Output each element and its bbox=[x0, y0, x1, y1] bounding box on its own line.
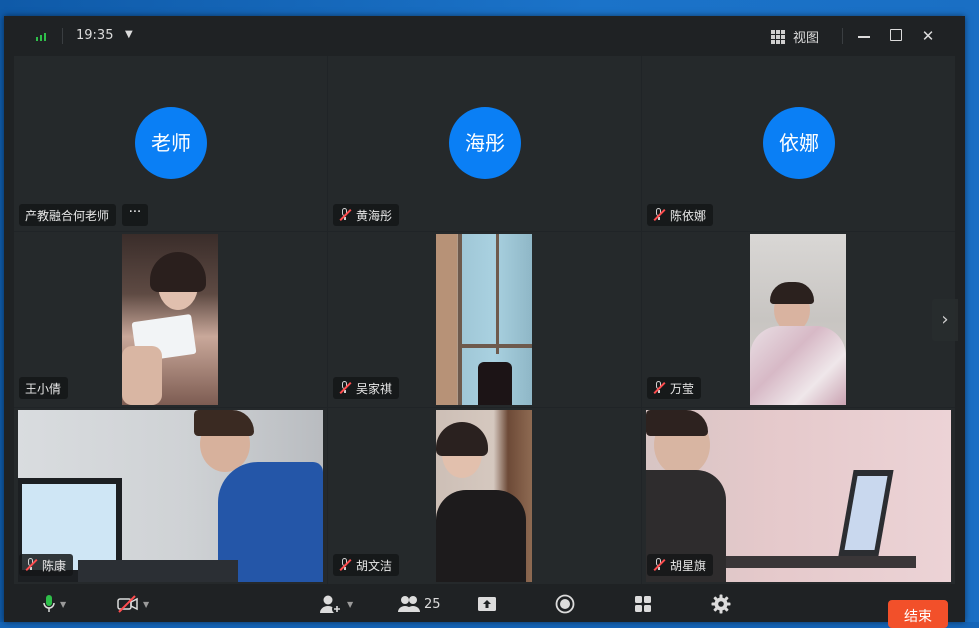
hair-shape bbox=[436, 422, 488, 456]
mic-muted-icon bbox=[339, 381, 352, 395]
body-shape bbox=[436, 490, 526, 582]
record-button[interactable] bbox=[555, 594, 575, 614]
participant-name-tag: 吴家祺 bbox=[333, 377, 400, 399]
participant-name: 胡文洁 bbox=[356, 558, 393, 573]
maximize-button[interactable] bbox=[886, 26, 906, 46]
hand-shape bbox=[122, 346, 162, 405]
participant-tile[interactable]: 王小倩 bbox=[14, 232, 327, 407]
participants-icon bbox=[398, 596, 420, 612]
window-frame-shape bbox=[458, 234, 462, 405]
participant-tile[interactable]: 海彤 黄海彤 bbox=[328, 56, 641, 231]
avatar: 老师 bbox=[135, 107, 207, 179]
titlebar-divider bbox=[842, 28, 843, 44]
close-button[interactable]: ✕ bbox=[918, 26, 938, 46]
minimize-button[interactable] bbox=[854, 26, 874, 46]
mic-muted-icon bbox=[653, 381, 666, 395]
chevron-down-icon[interactable]: ▼ bbox=[143, 600, 149, 609]
desk-item-shape bbox=[726, 556, 916, 568]
participant-name: 万莹 bbox=[670, 381, 695, 396]
participant-name: 胡星旗 bbox=[670, 558, 707, 573]
microphone-icon bbox=[43, 595, 55, 612]
chevron-right-icon: › bbox=[941, 309, 949, 330]
minimize-icon bbox=[858, 36, 870, 38]
participant-tile[interactable]: 万莹 bbox=[642, 232, 955, 407]
avatar: 依娜 bbox=[763, 107, 835, 179]
camera-feed bbox=[436, 234, 532, 405]
view-layout-label: 视图 bbox=[793, 31, 820, 46]
maximize-icon bbox=[890, 29, 902, 41]
mic-muted-icon bbox=[25, 558, 38, 572]
camera-feed bbox=[436, 410, 532, 582]
participant-count: 25 bbox=[424, 596, 441, 612]
participant-name-tag: 黄海彤 bbox=[333, 204, 400, 226]
hair-shape bbox=[646, 410, 708, 436]
apps-button[interactable] bbox=[634, 594, 652, 614]
hair-shape bbox=[770, 282, 814, 304]
participant-name-tag: 胡星旗 bbox=[647, 554, 714, 576]
hair-shape bbox=[194, 410, 254, 436]
participant-name-tag: 胡文洁 bbox=[333, 554, 400, 576]
microphone-button[interactable]: ▼ bbox=[42, 594, 66, 614]
participant-tile[interactable]: 胡星旗 bbox=[642, 408, 955, 584]
title-bar: 19:35 ▼ 视图 ✕ bbox=[4, 16, 965, 56]
participant-name: 陈康 bbox=[42, 558, 67, 573]
participant-tile[interactable]: 依娜 陈依娜 bbox=[642, 56, 955, 231]
camera-off-icon bbox=[117, 595, 138, 613]
chevron-down-icon[interactable]: ▼ bbox=[347, 600, 353, 609]
next-page-button[interactable]: › bbox=[932, 299, 958, 341]
participant-name: 王小倩 bbox=[25, 381, 62, 396]
more-options-button[interactable]: ··· bbox=[122, 204, 148, 226]
network-signal-icon bbox=[36, 31, 46, 41]
avatar: 海彤 bbox=[449, 107, 521, 179]
participant-name: 产教融合何老师 bbox=[25, 208, 110, 223]
participant-name: 吴家祺 bbox=[356, 381, 393, 396]
participant-tile[interactable]: 老师 产教融合何老师 ··· bbox=[14, 56, 327, 231]
view-layout-button[interactable]: 视图 bbox=[771, 27, 819, 46]
mic-muted-icon bbox=[339, 208, 352, 222]
titlebar-divider bbox=[62, 28, 63, 44]
participant-name: 黄海彤 bbox=[356, 208, 393, 223]
settings-button[interactable] bbox=[711, 594, 731, 614]
apps-grid-icon bbox=[635, 596, 651, 612]
participant-tile[interactable]: 陈康 bbox=[14, 408, 327, 584]
time-dropdown-caret-icon[interactable]: ▼ bbox=[125, 29, 133, 40]
participant-name-tag: 陈依娜 bbox=[647, 204, 714, 226]
meeting-time: 19:35 bbox=[76, 28, 114, 43]
participant-name: 陈依娜 bbox=[670, 208, 707, 223]
record-icon bbox=[555, 594, 575, 614]
meeting-window: 19:35 ▼ 视图 ✕ 老师 产教融合何老师 ··· 海彤 黄海彤 依娜 陈依… bbox=[4, 16, 965, 628]
mic-muted-icon bbox=[339, 558, 352, 572]
participant-tile[interactable]: 吴家祺 bbox=[328, 232, 641, 407]
gear-icon bbox=[711, 594, 731, 614]
participant-name-tag: 万莹 bbox=[647, 377, 702, 399]
participant-name-tag: 产教融合何老师 bbox=[19, 204, 117, 226]
mic-muted-icon bbox=[653, 558, 666, 572]
close-icon: ✕ bbox=[921, 27, 935, 45]
end-meeting-button[interactable]: 结束 bbox=[888, 600, 948, 628]
hair-shape bbox=[150, 252, 206, 292]
share-screen-button[interactable] bbox=[477, 594, 497, 614]
meeting-toolbar: ▼ ▼ ▼ 25 结束 bbox=[4, 584, 965, 628]
keyboard-shape bbox=[78, 560, 238, 582]
video-grid: 老师 产教融合何老师 ··· 海彤 黄海彤 依娜 陈依娜 王小倩 吴家祺 万莹 … bbox=[14, 56, 955, 584]
chevron-down-icon[interactable]: ▼ bbox=[60, 600, 66, 609]
participant-name-tag: 陈康 bbox=[19, 554, 74, 576]
mic-muted-icon bbox=[653, 208, 666, 222]
camera-feed bbox=[750, 234, 846, 405]
grid-view-icon bbox=[771, 29, 785, 44]
body-shape bbox=[750, 326, 846, 405]
camera-feed bbox=[122, 234, 218, 405]
chair-shape bbox=[478, 362, 512, 405]
more-dots-icon: ··· bbox=[128, 205, 142, 220]
participant-name-tag: 王小倩 bbox=[19, 377, 69, 399]
participants-button[interactable]: 25 bbox=[398, 594, 441, 614]
invite-button[interactable]: ▼ bbox=[319, 594, 353, 614]
camera-button[interactable]: ▼ bbox=[117, 594, 149, 614]
participant-tile[interactable]: 胡文洁 bbox=[328, 408, 641, 584]
window-frame-shape bbox=[496, 234, 499, 354]
add-user-icon bbox=[320, 595, 342, 614]
window-frame-shape bbox=[458, 344, 532, 348]
share-screen-icon bbox=[478, 597, 496, 611]
